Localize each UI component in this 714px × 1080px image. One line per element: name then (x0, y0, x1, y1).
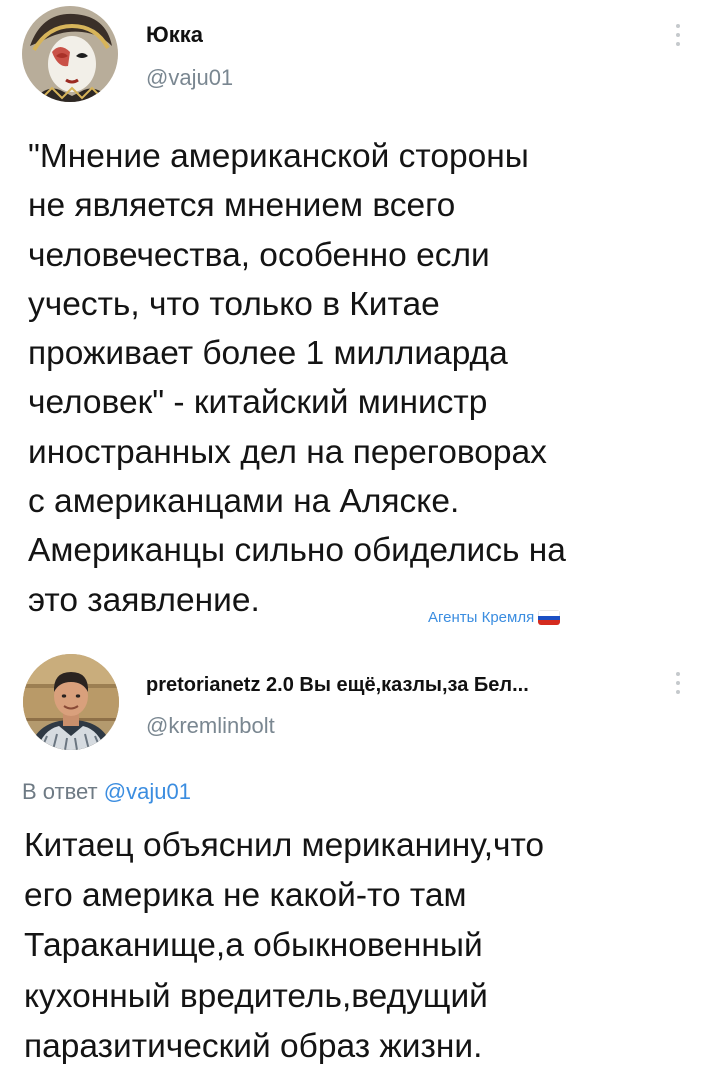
tweet-text: "Мнение американской стороны не является… (28, 138, 566, 619)
display-name[interactable]: pretorianetz 2.0 Вы ещё,казлы,за Бел... (146, 674, 651, 697)
reply-mention-link[interactable]: @vaju01 (104, 779, 191, 804)
avatar[interactable] (22, 6, 118, 102)
user-handle[interactable]: @vaju01 (146, 65, 233, 91)
tweet-reply: pretorianetz 2.0 Вы ещё,казлы,за Бел... … (0, 640, 714, 1080)
reply-prefix: В ответ (22, 779, 98, 804)
display-name[interactable]: Юкка (146, 22, 203, 48)
avatar-man-photo (23, 654, 119, 750)
tweet-original: Юкка @vaju01 "Мнение американской сторон… (0, 0, 714, 640)
more-vertical-icon[interactable] (675, 24, 681, 46)
badge-label: Агенты Кремля (428, 609, 535, 626)
user-handle[interactable]: @kremlinbolt (146, 713, 275, 739)
avatar[interactable] (23, 654, 119, 750)
tweet-text: Китаец объяснил мериканину,что его амери… (24, 827, 545, 1065)
avatar-venetian-mask-image (22, 6, 118, 102)
reply-to-line: В ответ @vaju01 (22, 779, 191, 805)
russian-flag-icon (538, 610, 561, 625)
affiliation-badge[interactable]: Агенты Кремля (428, 609, 561, 626)
more-vertical-icon[interactable] (675, 672, 681, 694)
